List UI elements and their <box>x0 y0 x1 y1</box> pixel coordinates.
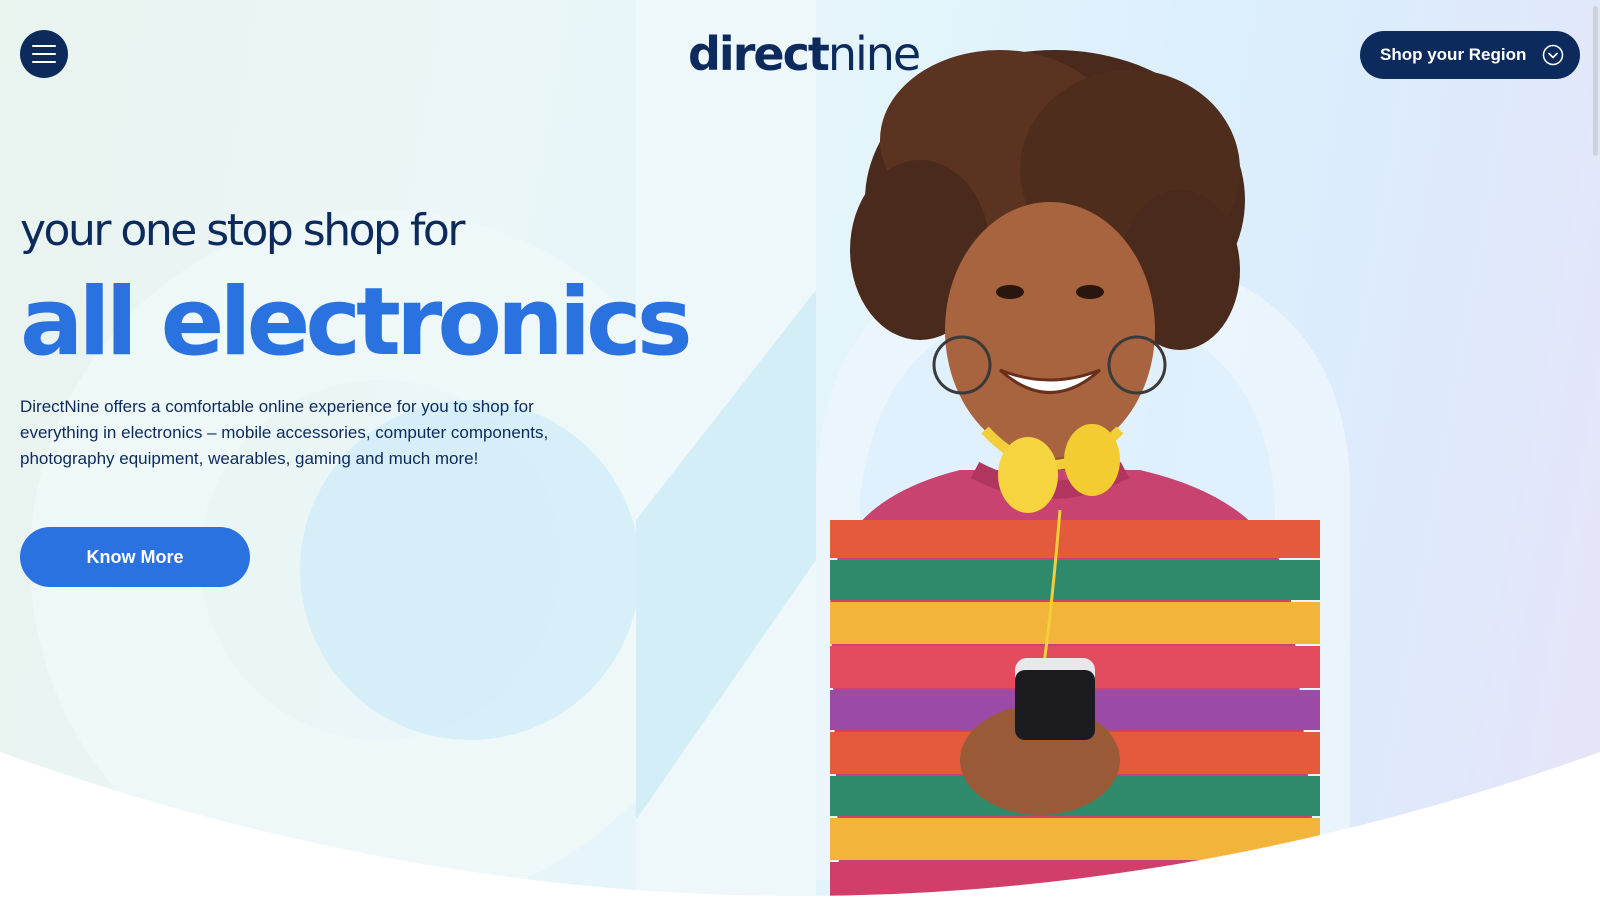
menu-button[interactable] <box>20 30 68 78</box>
shop-region-button[interactable]: Shop your Region <box>1360 31 1580 79</box>
hamburger-menu-icon <box>32 45 56 47</box>
bottom-wave-shape <box>0 752 1600 900</box>
hero-tagline: your one stop shop for <box>20 205 465 256</box>
hero-description: DirectNine offers a comfortable online e… <box>20 397 549 468</box>
page-scrollbar[interactable] <box>1593 6 1598 156</box>
know-more-button[interactable]: Know More <box>20 527 250 587</box>
chevron-down-circle-icon <box>1542 44 1564 66</box>
shop-region-label: Shop your Region <box>1380 45 1527 64</box>
hero-headline: all electronics <box>20 268 693 377</box>
hero-section: directnine Shop your Region your one sto… <box>0 0 1600 900</box>
